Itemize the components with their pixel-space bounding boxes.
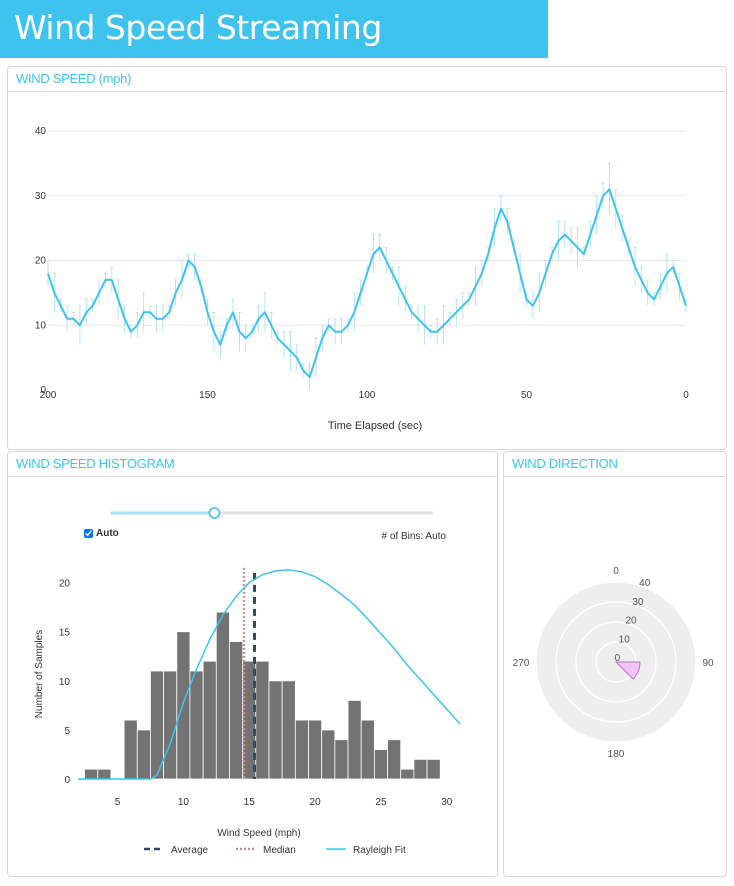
x-tick-label: 0	[683, 390, 689, 401]
histogram-panel-title: WIND SPEED HISTOGRAM	[8, 452, 497, 477]
histogram-bar	[189, 670, 204, 780]
radial-tick-label: 20	[625, 616, 637, 627]
histogram-bar	[387, 739, 402, 780]
histogram-bar	[97, 768, 112, 780]
y-axis-title: Number of Samples	[34, 630, 45, 718]
wind-speed-panel: WIND SPEED (mph) 0 10 20 30 40 200 150 100 50 0 Ti…	[7, 66, 727, 450]
x-tick-label: 10	[178, 797, 190, 808]
histogram-bar	[255, 660, 270, 780]
histogram-bar	[426, 758, 441, 780]
x-tick-label: 100	[359, 390, 376, 401]
y-tick-label: 40	[35, 126, 47, 137]
app-title: Wind Speed Streaming	[0, 0, 548, 58]
x-tick-label: 25	[375, 797, 387, 808]
histogram-chart: 0 5 10 15 20 5 10 15 20 25 30 Wind Speed (mph) Numbe…	[34, 507, 461, 856]
histogram-bar	[413, 758, 428, 780]
wind-speed-panel-title: WIND SPEED (mph)	[8, 67, 726, 92]
radial-tick-label: 40	[639, 578, 651, 589]
radial-tick-label: 30	[632, 597, 644, 608]
y-tick-label: 10	[59, 677, 71, 688]
x-tick-label: 5	[115, 797, 121, 808]
histogram-bar	[268, 680, 283, 780]
histogram-bar	[176, 631, 191, 780]
y-tick-label: 10	[35, 320, 47, 331]
direction-panel-title: WIND DIRECTION	[504, 452, 726, 477]
histogram-bar	[215, 611, 230, 780]
y-tick-label: 20	[35, 256, 47, 267]
bins-slider-handle[interactable]	[208, 507, 221, 519]
histogram-bar	[347, 700, 362, 780]
angle-label-west: 270	[513, 658, 530, 669]
wind-direction-polar-chart: 0 10 20 30 40 0 90 180 270	[513, 566, 714, 760]
angle-label-north: 0	[613, 566, 619, 577]
histogram-bar	[334, 739, 349, 780]
y-tick-label: 20	[59, 579, 71, 590]
y-tick-label: 15	[59, 628, 71, 639]
histogram-bar	[229, 641, 244, 780]
histogram-bar	[202, 660, 217, 780]
x-axis-title: Time Elapsed (sec)	[328, 420, 422, 432]
y-tick-label: 0	[64, 775, 70, 786]
x-axis-title: Wind Speed (mph)	[217, 828, 300, 839]
x-tick-label: 15	[244, 797, 256, 808]
x-tick-label: 30	[441, 797, 453, 808]
histogram-bar	[373, 749, 388, 780]
histogram-bar	[294, 719, 309, 780]
legend-median-label: Median	[263, 845, 296, 856]
angle-label-south: 180	[608, 749, 625, 760]
histogram-bar	[308, 719, 323, 780]
x-tick-label: 200	[40, 390, 57, 401]
histogram-bar	[84, 768, 99, 780]
histogram-bar	[321, 729, 336, 780]
x-tick-label: 20	[310, 797, 322, 808]
legend-average-label: Average	[171, 845, 209, 856]
x-tick-label: 150	[199, 390, 216, 401]
radial-tick-label: 10	[619, 634, 631, 645]
y-tick-label: 5	[64, 726, 70, 737]
histogram-bar	[163, 670, 178, 780]
x-tick-label: 50	[521, 390, 533, 401]
histogram-panel: WIND SPEED HISTOGRAM Auto # of Bins: Aut…	[7, 451, 498, 877]
wind-speed-line-chart: 010203040200 150 100 50 0Time Elapsed (sec)	[35, 126, 689, 432]
histogram-bar	[360, 719, 375, 780]
histogram-bar	[123, 719, 138, 780]
radial-tick-label: 0	[615, 653, 621, 664]
angle-label-east: 90	[702, 658, 714, 669]
histogram-bar	[400, 768, 415, 780]
direction-panel: WIND DIRECTION 0 10 20 30 40 0 90 180 270	[503, 451, 727, 877]
histogram-bar	[136, 729, 151, 780]
wind-speed-series-line	[47, 188, 687, 379]
legend-rayleigh-label: Rayleigh Fit	[353, 845, 406, 856]
y-tick-label: 30	[35, 191, 47, 202]
histogram-bar	[281, 680, 296, 780]
